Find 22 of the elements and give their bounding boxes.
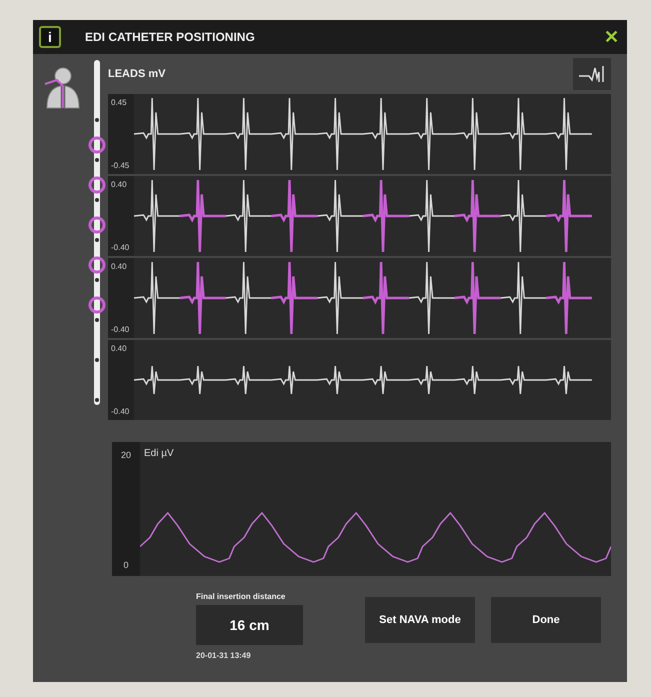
insertion-value-field[interactable]: 16 cm xyxy=(196,605,303,645)
edi-title: Edi µV xyxy=(144,448,174,459)
insertion-label: Final insertion distance xyxy=(196,592,286,601)
leads-title: LEADS mV xyxy=(108,68,166,80)
action-button[interactable]: Set NAVA mode xyxy=(365,597,475,643)
timestamp: 20-01-31 13:49 xyxy=(196,651,252,660)
waveform-button[interactable] xyxy=(573,58,611,90)
axis-label: 0.40 xyxy=(110,180,128,189)
window-title: EDI CATHETER POSITIONING xyxy=(85,30,256,44)
axis-label: -0.45 xyxy=(110,161,130,170)
info-button[interactable]: i xyxy=(39,26,61,48)
close-button[interactable]: ✕ xyxy=(604,26,619,48)
axis-label: 20 xyxy=(120,450,131,460)
action-button[interactable]: Done xyxy=(491,597,601,643)
waveform-icon xyxy=(577,64,607,84)
axis-label: -0.40 xyxy=(110,243,130,252)
axis-label: 0 xyxy=(123,560,128,570)
axis-label: 0.45 xyxy=(110,98,128,107)
axis-label: -0.40 xyxy=(110,325,130,334)
axis-label: -0.40 xyxy=(110,407,130,416)
axis-label: 0.40 xyxy=(110,262,128,271)
axis-label: 0.40 xyxy=(110,344,128,353)
